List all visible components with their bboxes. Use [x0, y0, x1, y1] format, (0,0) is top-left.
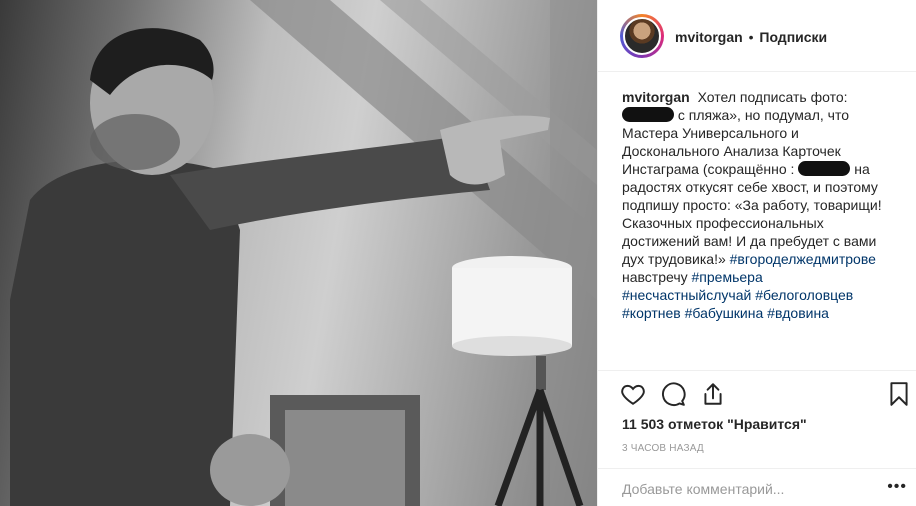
- hashtag-link[interactable]: #кортнев: [622, 305, 681, 321]
- hashtag-link[interactable]: #бабушкина: [685, 305, 764, 321]
- comment-icon[interactable]: [660, 381, 686, 407]
- share-icon[interactable]: [700, 381, 726, 407]
- caption-text-4: навстречу: [622, 269, 688, 285]
- comment-input[interactable]: [622, 479, 882, 499]
- hashtag-link[interactable]: #белоголовцев: [755, 287, 853, 303]
- heart-icon[interactable]: [620, 381, 646, 407]
- bookmark-icon[interactable]: [886, 381, 912, 407]
- caption-text-1: Хотел подписать фото:: [697, 89, 848, 105]
- header-username[interactable]: mvitorgan: [675, 29, 743, 45]
- photo-scene: [10, 0, 597, 506]
- post-side-panel: mvitorgan • Подписки mvitorgan Хотел под…: [597, 0, 916, 506]
- redaction-mark-2: [798, 161, 851, 176]
- more-options-icon[interactable]: •••: [887, 479, 907, 495]
- post-caption: mvitorgan Хотел подписать фото: с пляжа»…: [622, 88, 894, 370]
- hashtag-link[interactable]: #вгороделжедмитрове: [730, 251, 876, 267]
- hashtag-link[interactable]: #вдовина: [767, 305, 829, 321]
- avatar[interactable]: [620, 14, 664, 58]
- header-text: mvitorgan • Подписки: [675, 28, 827, 46]
- caption-username[interactable]: mvitorgan: [622, 89, 690, 105]
- post-timestamp: 3 часов назад: [622, 443, 704, 454]
- hashtag-link[interactable]: #несчастныйслучай: [622, 287, 751, 303]
- header-separator: •: [748, 29, 754, 45]
- redaction-mark: [622, 107, 674, 122]
- comment-form: •••: [598, 468, 916, 506]
- post-photo[interactable]: [0, 0, 597, 506]
- following-button[interactable]: Подписки: [759, 29, 827, 45]
- post-header: mvitorgan • Подписки: [598, 0, 916, 72]
- avatar-image: [623, 17, 661, 55]
- hashtag-link[interactable]: #премьера: [692, 269, 763, 285]
- likes-count[interactable]: 11 503 отметок "Нравится": [622, 416, 807, 432]
